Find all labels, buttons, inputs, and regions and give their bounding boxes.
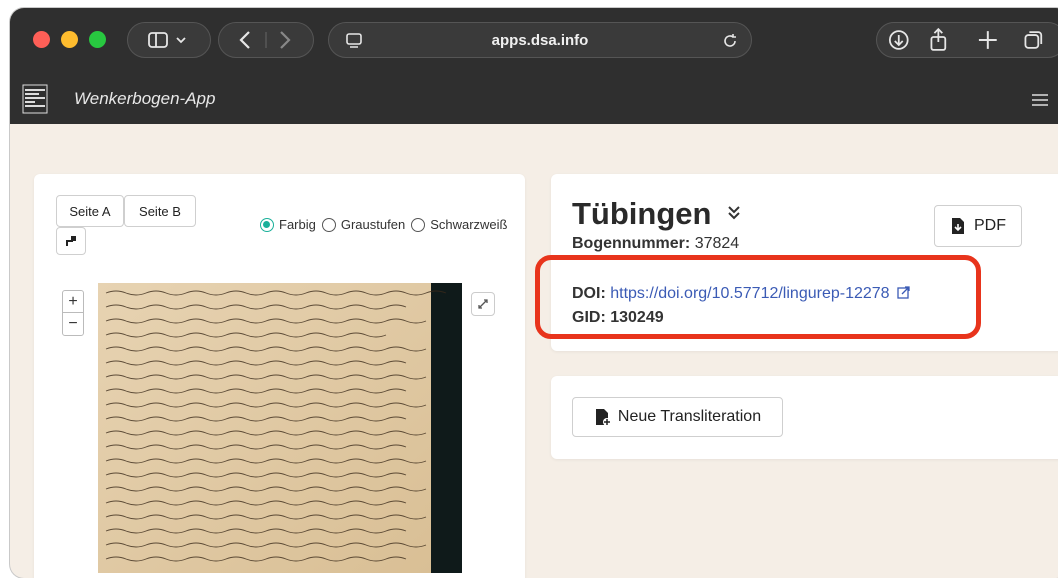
place-title: Tübingen	[572, 196, 742, 232]
file-plus-icon	[595, 409, 611, 426]
handwritten-scan-image[interactable]	[98, 283, 462, 573]
zoom-in-button[interactable]: +	[63, 291, 83, 313]
sidebar-icon	[148, 32, 186, 48]
sidebar-toggle-button[interactable]	[127, 22, 211, 58]
maximize-window-button[interactable]	[89, 31, 106, 48]
new-tab-icon	[978, 31, 997, 49]
radio-icon[interactable]	[411, 217, 426, 232]
url-text: apps.dsa.info	[491, 32, 589, 49]
share-icon	[930, 27, 947, 51]
bogennummer-value: 37824	[694, 235, 740, 252]
tab-seite-a[interactable]: Seite A	[56, 195, 124, 227]
bogennummer-label: Bogennummer:	[572, 235, 691, 252]
new-transliteration-button[interactable]: Neue Transliteration	[572, 397, 783, 437]
new-transliteration-label: Neue Transliteration	[617, 408, 762, 425]
browser-actions	[876, 22, 1058, 58]
radio-graustufen[interactable]: Graustufen	[321, 217, 406, 232]
zoom-control: + −	[62, 290, 84, 336]
reload-icon[interactable]	[721, 32, 739, 50]
app-title[interactable]: Wenkerbogen-App	[74, 89, 215, 109]
transliteration-card: Neue Transliteration	[551, 376, 1058, 459]
expand-icon	[478, 299, 488, 309]
radio-label-schwarzweiss: Schwarzweiß	[430, 217, 508, 232]
close-window-button[interactable]	[33, 31, 50, 48]
radio-schwarzweiss[interactable]: Schwarzweiß	[411, 217, 507, 232]
file-download-icon	[952, 218, 964, 234]
pdf-label: PDF	[974, 217, 1006, 234]
hamburger-menu-icon[interactable]	[1030, 92, 1050, 108]
double-chevron-down-icon[interactable]	[726, 204, 742, 220]
back-forward-icons	[239, 31, 291, 49]
app-header: Wenkerbogen-App	[10, 74, 1058, 124]
rotate-icon	[66, 236, 76, 246]
scan-viewer-card: Seite A Seite B Farbig Graustufen Schwar…	[34, 174, 525, 578]
pdf-button[interactable]: PDF	[934, 205, 1022, 247]
forward-icon	[280, 31, 291, 49]
nav-buttons	[218, 22, 314, 58]
back-icon	[239, 31, 250, 49]
zoom-out-button[interactable]: −	[63, 313, 83, 335]
radio-selected-icon[interactable]	[260, 217, 274, 232]
rotate-button[interactable]	[56, 227, 86, 255]
radio-label-graustufen: Graustufen	[340, 217, 406, 232]
minimize-window-button[interactable]	[61, 31, 78, 48]
doi-gid-highlight	[535, 255, 981, 339]
place-name: Tübingen	[572, 196, 712, 231]
fullscreen-button[interactable]	[471, 292, 495, 316]
radio-icon[interactable]	[321, 217, 336, 232]
tab-overview-icon	[1024, 31, 1043, 49]
app-logo-icon[interactable]	[22, 84, 48, 114]
bogennummer-line: Bogennummer: 37824	[572, 235, 739, 253]
address-bar[interactable]: apps.dsa.info	[328, 22, 752, 58]
color-mode-selector: Farbig Graustufen Schwarzweiß	[260, 217, 513, 232]
tab-seite-b[interactable]: Seite B	[124, 195, 196, 227]
radio-label-farbig: Farbig	[279, 217, 316, 232]
downloads-icon	[888, 30, 909, 50]
radio-farbig[interactable]: Farbig	[260, 217, 316, 232]
browser-titlebar: apps.dsa.info	[10, 8, 1058, 74]
